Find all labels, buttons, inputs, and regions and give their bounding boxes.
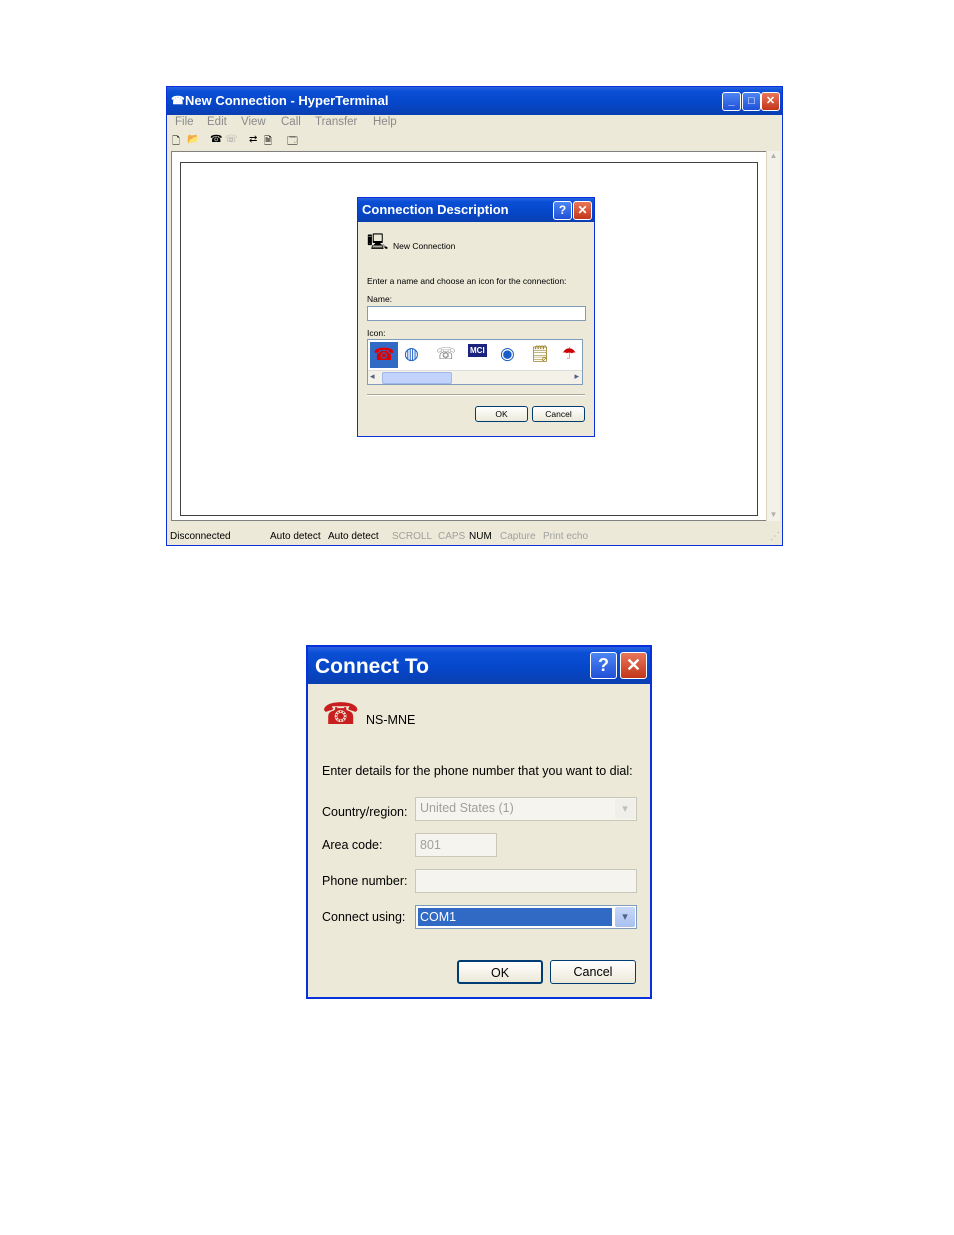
hyperterminal-window: ☎ New Connection - HyperTerminal _ □ ✕ F… [166, 86, 783, 546]
connect-using-value: COM1 [420, 910, 457, 924]
close-button[interactable]: ✕ [620, 652, 647, 679]
chevron-down-icon[interactable]: ▾ [615, 799, 635, 819]
status-detect-2: Auto detect [328, 531, 379, 542]
dial-icon[interactable]: ☎ [210, 134, 222, 145]
icon-list-scrollbar[interactable]: ◂ ▸ [368, 370, 582, 384]
status-detect-1: Auto detect [270, 531, 321, 542]
status-connection: Disconnected [170, 531, 231, 542]
menu-bar: File Edit View Call Transfer Help [167, 115, 782, 132]
instruction-text: Enter a name and choose an icon for the … [367, 276, 567, 286]
vertical-scrollbar[interactable]: ▲ ▼ [766, 151, 780, 521]
phone-number-label: Phone number: [322, 874, 408, 888]
status-num: NUM [469, 531, 492, 542]
status-capture: Capture [500, 531, 536, 542]
country-select[interactable]: United States (1) ▾ [415, 797, 637, 821]
connection-name-header: NS-MNE [366, 713, 416, 727]
mci-icon[interactable]: MCI [468, 344, 487, 357]
new-file-icon[interactable]: 🗋 [172, 134, 180, 151]
ok-button[interactable]: OK [457, 960, 543, 984]
scroll-left-icon[interactable]: ◂ [370, 371, 375, 382]
receive-icon[interactable]: 🗎 [264, 134, 272, 151]
send-icon[interactable]: ⇄ [249, 134, 257, 145]
menu-call[interactable]: Call [281, 116, 301, 128]
dialog-title: Connect To [315, 655, 429, 678]
resize-grip-icon[interactable]: ⋰ [770, 531, 780, 542]
connection-description-dialog: Connection Description ? ✕ 🖳 New Connect… [357, 197, 595, 437]
connection-name-header: New Connection [393, 241, 456, 251]
scroll-thumb[interactable] [382, 372, 452, 384]
separator [367, 394, 585, 396]
name-input[interactable] [367, 306, 586, 321]
scroll-down-icon[interactable]: ▼ [767, 510, 780, 519]
instruction-text: Enter details for the phone number that … [322, 764, 633, 778]
close-button[interactable]: ✕ [573, 201, 592, 220]
menu-edit[interactable]: Edit [207, 116, 227, 128]
help-button[interactable]: ? [553, 201, 572, 220]
red-phone-icon[interactable]: ☎ [370, 342, 398, 368]
scroll-right-icon[interactable]: ▸ [574, 371, 579, 382]
world-phone-icon[interactable]: ◉ [500, 344, 515, 364]
scroll-up-icon[interactable]: ▲ [767, 151, 780, 160]
chevron-down-icon[interactable]: ▾ [615, 907, 635, 927]
menu-view[interactable]: View [241, 116, 266, 128]
icon-label: Icon: [367, 328, 386, 338]
phone-number-input[interactable] [415, 869, 637, 893]
connect-to-dialog: Connect To ? ✕ ☎ NS-MNE Enter details fo… [306, 645, 652, 999]
window-title: New Connection - HyperTerminal [185, 93, 389, 108]
toolbar: 🗋 📂 ☎ ☏ ⇄ 🗎 🗔 [167, 133, 782, 150]
connection-icon: 🖳 [367, 234, 389, 251]
connect-using-value-highlight: COM1 [418, 908, 612, 926]
title-bar: ☎ New Connection - HyperTerminal _ □ ✕ [167, 87, 782, 115]
document-phone-icon[interactable]: 🗒 [530, 344, 550, 364]
area-code-value: 801 [420, 838, 441, 852]
close-button[interactable]: ✕ [761, 92, 780, 111]
status-caps: CAPS [438, 531, 466, 542]
menu-transfer[interactable]: Transfer [315, 116, 357, 128]
help-button[interactable]: ? [590, 652, 617, 679]
properties-icon[interactable]: 🗔 [287, 134, 298, 151]
menu-file[interactable]: File [175, 116, 194, 128]
disconnect-icon[interactable]: ☏ [225, 134, 238, 145]
status-printecho: Print echo [543, 531, 589, 542]
dialog-title-bar: Connect To ? ✕ [308, 647, 650, 684]
app-icon: ☎ [171, 95, 185, 107]
icon-list[interactable]: ☎ ◍ ☏ MCI ◉ 🗒 ☂ ◂ ▸ [367, 339, 583, 385]
status-bar: Disconnected Auto detect Auto detect SCR… [167, 527, 782, 545]
area-code-input[interactable]: 801 [415, 833, 497, 857]
open-folder-icon[interactable]: 📂 [187, 134, 199, 145]
modem-icon[interactable]: ☏ [436, 344, 456, 364]
status-scroll: SCROLL [392, 531, 433, 542]
connect-using-label: Connect using: [322, 910, 406, 924]
red-phone-icon: ☎ [322, 698, 360, 731]
dialog-title-bar: Connection Description ? ✕ [358, 198, 594, 222]
globe-phone-icon[interactable]: ◍ [404, 344, 419, 364]
red-satellite-icon[interactable]: ☂ [562, 344, 576, 364]
ok-button[interactable]: OK [475, 406, 528, 422]
country-value: United States (1) [420, 801, 514, 815]
minimize-button[interactable]: _ [722, 92, 741, 111]
area-code-label: Area code: [322, 838, 383, 852]
country-label: Country/region: [322, 805, 408, 819]
dialog-title: Connection Description [362, 202, 509, 217]
menu-help[interactable]: Help [373, 116, 397, 128]
cancel-button[interactable]: Cancel [532, 406, 585, 422]
cancel-button[interactable]: Cancel [550, 960, 636, 984]
connect-using-select[interactable]: COM1 ▾ [415, 905, 637, 929]
maximize-button[interactable]: □ [742, 92, 761, 111]
name-label: Name: [367, 294, 393, 304]
